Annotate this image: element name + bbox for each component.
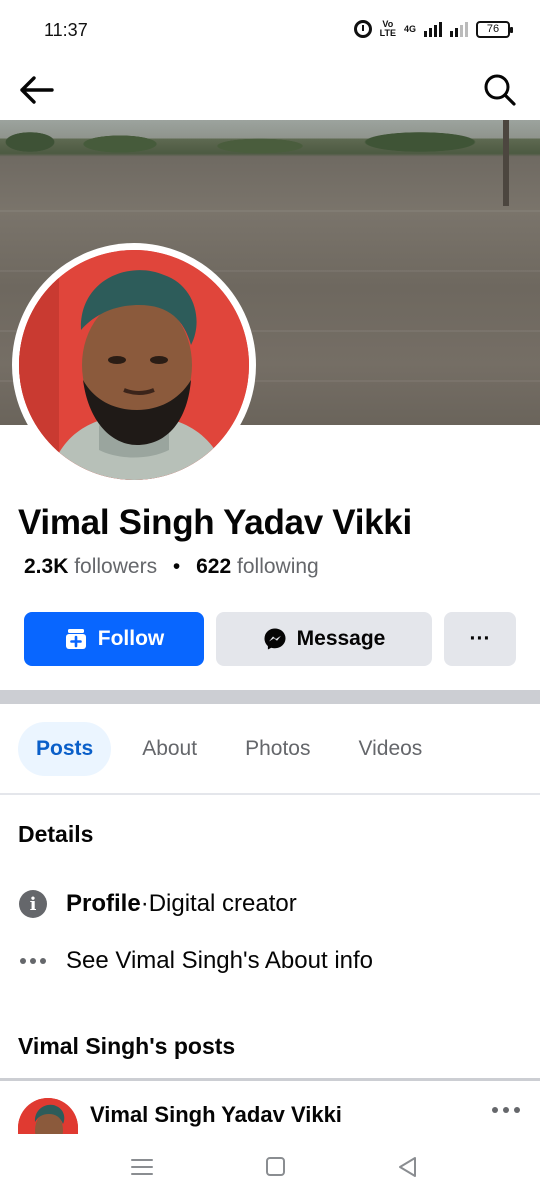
message-button[interactable]: Message	[216, 612, 432, 666]
posts-divider	[0, 1078, 540, 1081]
arrow-left-icon	[20, 76, 54, 104]
home-button[interactable]	[261, 1154, 289, 1180]
post-options-dot	[503, 1107, 509, 1113]
volte-line2: LTE	[379, 28, 396, 38]
search-icon	[484, 74, 516, 106]
detail-profile-label: Profile	[66, 890, 141, 917]
see-about-link[interactable]: See Vimal Singh's About info	[66, 947, 373, 975]
follow-add-icon	[65, 629, 86, 649]
more-horizontal-icon	[18, 946, 48, 976]
post-options-button[interactable]	[492, 1100, 524, 1120]
details-title: Details	[18, 821, 94, 847]
more-dots-icon: ···	[469, 627, 491, 650]
signal-weak-icon	[450, 21, 468, 37]
tab-posts[interactable]: Posts	[18, 722, 112, 776]
cover-treeline	[0, 124, 540, 156]
tab-videos[interactable]: Videos	[358, 722, 422, 776]
search-button[interactable]	[482, 72, 518, 108]
detail-profile-value: Digital creator	[148, 890, 297, 917]
top-nav	[0, 62, 540, 120]
follow-button[interactable]: Follow	[24, 612, 204, 666]
system-nav-bar	[0, 1134, 540, 1200]
profile-stats: 2.3K followers • 622 following	[24, 555, 319, 579]
triangle-back-icon	[399, 1157, 416, 1177]
alarm-icon	[353, 20, 372, 38]
network-type: 4G	[403, 24, 416, 34]
cover-pole	[503, 120, 509, 206]
recent-apps-button[interactable]	[128, 1154, 156, 1180]
post-avatar-portrait	[18, 1098, 78, 1134]
profile-avatar[interactable]	[12, 243, 256, 487]
square-home-icon	[266, 1157, 285, 1176]
detail-separator: ·	[140, 890, 149, 917]
stats-separator: •	[172, 555, 181, 578]
profile-name: Vimal Singh Yadav Vikki	[18, 503, 412, 542]
tab-about[interactable]: About	[142, 722, 197, 776]
info-icon: i	[18, 889, 48, 919]
avatar-portrait	[19, 250, 249, 480]
profile-tabs: Posts About Photos Videos	[18, 722, 422, 776]
post-options-dot	[492, 1107, 498, 1113]
avatar-photo	[19, 250, 249, 480]
messenger-icon	[264, 628, 286, 650]
followers-count[interactable]: 2.3K	[24, 555, 68, 578]
followers-label[interactable]: followers	[74, 555, 157, 578]
battery-icon: 76	[476, 20, 513, 38]
post-author-avatar[interactable]	[18, 1098, 78, 1134]
menu-lines-icon	[131, 1159, 153, 1175]
back-button[interactable]	[18, 72, 56, 108]
cover-ripple	[0, 210, 540, 212]
tabs-divider	[0, 793, 540, 795]
post-options-dot	[514, 1107, 520, 1113]
following-label[interactable]: following	[237, 555, 319, 578]
status-time: 11:37	[44, 20, 88, 40]
following-count[interactable]: 622	[196, 555, 231, 578]
message-label: Message	[296, 627, 386, 650]
volte-indicator: Vo LTE	[380, 20, 396, 38]
system-back-button[interactable]	[394, 1154, 422, 1180]
follow-label: Follow	[97, 627, 165, 650]
posts-title: Vimal Singh's posts	[18, 1033, 236, 1059]
detail-profile-row: i Profile · Digital creator	[18, 886, 297, 922]
status-bar: 11:37 Vo LTE 4G 76	[0, 0, 540, 62]
status-icons: Vo LTE 4G 76	[353, 20, 513, 38]
see-about-row[interactable]: See Vimal Singh's About info	[18, 943, 373, 979]
section-divider	[0, 690, 540, 704]
signal-strong-icon	[424, 21, 442, 37]
tab-photos[interactable]: Photos	[245, 722, 310, 776]
post-author-name[interactable]: Vimal Singh Yadav Vikki	[90, 1102, 342, 1128]
more-options-button[interactable]: ···	[444, 612, 516, 666]
